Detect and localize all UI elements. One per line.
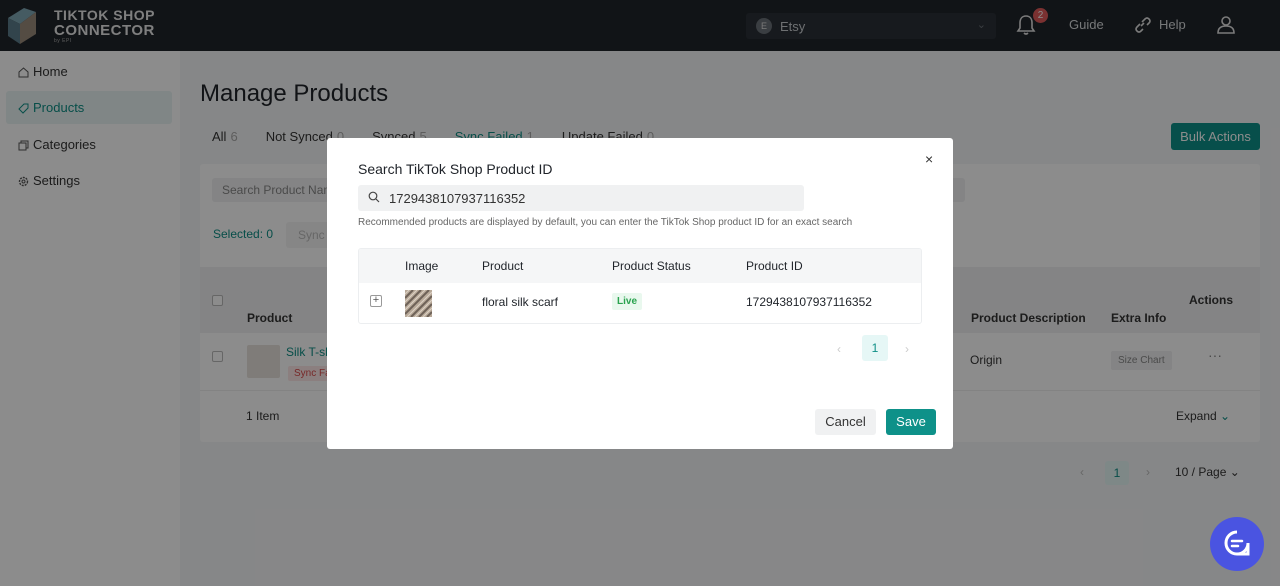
close-icon[interactable]: × (925, 151, 933, 167)
search-icon (368, 191, 380, 206)
search-product-modal: Search TikTok Shop Product ID × 17294381… (327, 138, 953, 449)
product-thumbnail (404, 289, 433, 318)
pagination-prev[interactable]: ‹ (837, 342, 841, 356)
column-product: Product (482, 259, 524, 273)
expand-row-icon[interactable]: + (370, 295, 382, 307)
product-name: floral silk scarf (482, 295, 559, 309)
chat-support-button[interactable] (1210, 517, 1264, 571)
product-id-search-input[interactable]: 1729438107937116352 (358, 185, 804, 211)
column-image: Image (405, 259, 439, 273)
column-status: Product Status (612, 259, 691, 273)
product-results-table: Image Product Product Status Product ID … (358, 248, 922, 324)
table-row[interactable]: + floral silk scarf Live 172943810793711… (359, 283, 921, 323)
pagination-page[interactable]: 1 (862, 335, 888, 361)
save-button[interactable]: Save (886, 409, 936, 435)
cancel-button[interactable]: Cancel (815, 409, 876, 435)
chat-icon (1222, 528, 1252, 561)
column-product-id: Product ID (746, 259, 803, 273)
pagination-next[interactable]: › (905, 342, 909, 356)
search-hint: Recommended products are displayed by de… (358, 217, 853, 228)
product-id: 1729438107937116352 (746, 295, 872, 309)
status-badge: Live (612, 293, 643, 310)
search-value: 1729438107937116352 (389, 191, 526, 206)
modal-title: Search TikTok Shop Product ID (358, 161, 553, 177)
table-header: Image Product Product Status Product ID (359, 249, 921, 283)
